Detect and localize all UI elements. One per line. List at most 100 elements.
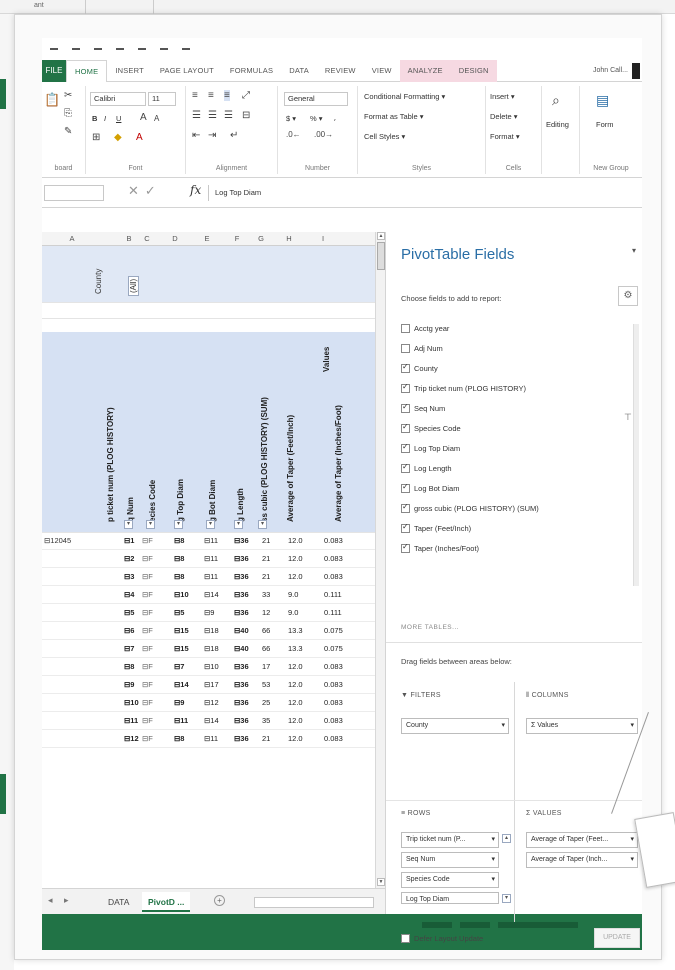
table-cell[interactable]: ⊟7	[124, 644, 134, 653]
delete-cells-button[interactable]: Delete ▾	[490, 112, 518, 121]
row-item[interactable]: Log Top Diam	[401, 892, 499, 904]
field-checkbox[interactable]	[401, 542, 410, 553]
table-cell[interactable]: 12.0	[288, 734, 303, 743]
value-header-taper-feet[interactable]: Average of Taper (Feet/Inch)	[286, 415, 295, 522]
format-cells-button[interactable]: Format ▾	[490, 132, 520, 141]
zoom-slider[interactable]	[498, 922, 578, 928]
align-bottom-icon[interactable]: ≡	[224, 90, 230, 101]
table-cell[interactable]: 0.083	[324, 698, 343, 707]
table-cell[interactable]: ⊟F	[142, 680, 153, 689]
grow-font-icon[interactable]: A	[140, 112, 147, 123]
field-item[interactable]: Taper (Inches/Foot)	[401, 542, 479, 560]
table-cell[interactable]: 33	[262, 590, 270, 599]
table-cell[interactable]: ⊟14	[174, 680, 189, 689]
filter-item-county[interactable]: County ▾	[401, 718, 509, 734]
table-cell[interactable]: 21	[262, 536, 270, 545]
field-checkbox[interactable]	[401, 382, 410, 393]
field-item[interactable]: Seq Num	[401, 402, 445, 420]
table-cell[interactable]: ⊟36	[234, 680, 249, 689]
table-cell[interactable]: ⊟18	[204, 626, 219, 635]
table-cell[interactable]: ⊟18	[204, 644, 219, 653]
fill-color-icon[interactable]: ◆	[114, 132, 122, 143]
table-row[interactable]: ⊟3 ⊟F ⊟8 ⊟11 ⊟36 21 12.0 0.083	[42, 568, 375, 586]
table-cell[interactable]: ⊟F	[142, 716, 153, 725]
table-cell[interactable]: 0.083	[324, 536, 343, 545]
table-cell[interactable]: ⊟36	[234, 734, 249, 743]
table-cell[interactable]: ⊟8	[174, 554, 184, 563]
row-header-top[interactable]: g Top Diam	[176, 479, 185, 522]
table-cell[interactable]: 21	[262, 572, 270, 581]
field-item[interactable]: Species Code	[401, 422, 461, 440]
more-tables-link[interactable]: MORE TABLES...	[401, 624, 459, 631]
dropdown-icon[interactable]: ▾	[491, 855, 495, 863]
row-header-gross[interactable]: ss cubic (PLOG HISTORY) (SUM)	[260, 397, 269, 522]
filter-field-county[interactable]: County	[94, 269, 103, 294]
field-checkbox[interactable]	[401, 522, 410, 533]
qat-icon[interactable]	[50, 48, 58, 50]
table-cell[interactable]: 0.111	[324, 608, 342, 617]
row-header-bot[interactable]: g Bot Diam	[208, 480, 217, 522]
table-row[interactable]: ⊟10 ⊟F ⊟9 ⊟12 ⊟36 25 12.0 0.083	[42, 694, 375, 712]
tab-review[interactable]: REVIEW	[317, 60, 364, 82]
table-row[interactable]: ⊟7 ⊟F ⊟15 ⊟18 ⊟40 66 13.3 0.075	[42, 640, 375, 658]
qat-icon[interactable]	[72, 48, 80, 50]
table-cell[interactable]: ⊟F	[142, 554, 153, 563]
table-cell[interactable]: ⊟36	[234, 608, 249, 617]
tab-home[interactable]: HOME	[66, 59, 108, 83]
filter-value-dropdown[interactable]: (All)	[128, 275, 139, 296]
bold-button[interactable]: B	[92, 114, 97, 123]
tab-file[interactable]: FILE	[42, 59, 66, 82]
find-icon[interactable]: ⌕	[552, 92, 560, 109]
shrink-font-icon[interactable]: A	[154, 114, 159, 123]
tab-design[interactable]: DESIGN	[450, 59, 497, 82]
table-row[interactable]: ⊟2 ⊟F ⊟8 ⊟11 ⊟36 21 12.0 0.083	[42, 550, 375, 568]
horizontal-scrollbar[interactable]	[254, 897, 374, 908]
table-cell[interactable]: ⊟9	[204, 608, 214, 617]
table-cell[interactable]: 21	[262, 734, 270, 743]
dropdown-icon[interactable]: ▾	[491, 875, 495, 883]
prev-sheet-icon[interactable]: ◂	[48, 895, 53, 906]
row-item[interactable]: Seq Num ▾	[401, 852, 499, 868]
table-cell[interactable]: ⊟F	[142, 734, 153, 743]
column-item-values[interactable]: Σ Values ▾	[526, 718, 638, 734]
field-checkbox[interactable]	[401, 502, 410, 513]
table-cell[interactable]: ⊟F	[142, 698, 153, 707]
table-cell[interactable]: 12.0	[288, 536, 303, 545]
table-row[interactable]: ⊟6 ⊟F ⊟15 ⊟18 ⊟40 66 13.3 0.075	[42, 622, 375, 640]
orientation-icon[interactable]: ⤢	[242, 90, 250, 101]
format-painter-icon[interactable]: ✎	[64, 126, 72, 137]
field-checkbox[interactable]	[401, 482, 410, 493]
table-cell[interactable]: 0.083	[324, 572, 343, 581]
row-item[interactable]: Species Code ▾	[401, 872, 499, 888]
dropdown-icon[interactable]: ▾	[630, 835, 634, 843]
defer-layout-update[interactable]: Defer Layout Update	[401, 934, 483, 943]
scroll-thumb[interactable]	[377, 242, 385, 270]
scroll-down-icon[interactable]: ▾	[502, 894, 511, 903]
table-cell[interactable]: ⊟10	[174, 590, 189, 599]
table-cell[interactable]: ⊟10	[124, 698, 139, 707]
table-cell[interactable]: ⊟14	[204, 590, 219, 599]
col-header[interactable]: D	[170, 234, 180, 243]
col-header[interactable]: I	[318, 234, 328, 243]
table-cell[interactable]: 0.083	[324, 680, 343, 689]
qat-icon[interactable]	[94, 48, 102, 50]
currency-button[interactable]: $ ▾	[286, 114, 296, 123]
row-header-len[interactable]: g Length	[236, 488, 245, 522]
table-cell[interactable]: ⊟11	[174, 716, 188, 725]
field-checkbox[interactable]	[401, 462, 410, 473]
table-cell[interactable]: ⊟36	[234, 662, 249, 671]
table-cell[interactable]: ⊟5	[124, 608, 134, 617]
table-cell[interactable]: 53	[262, 680, 270, 689]
dropdown-icon[interactable]: ▾	[491, 835, 495, 843]
tab-view[interactable]: VIEW	[364, 60, 400, 82]
table-cell[interactable]: ⊟36	[234, 554, 249, 563]
view-normal-icon[interactable]	[422, 922, 452, 928]
table-cell[interactable]: ⊟7	[174, 662, 184, 671]
sheet-tab-data[interactable]: DATA	[102, 892, 135, 912]
vertical-scrollbar[interactable]: ▲ ▼	[375, 232, 385, 888]
table-cell[interactable]: 13.3	[288, 626, 303, 635]
table-cell[interactable]: ⊟11	[204, 554, 218, 563]
table-cell[interactable]: 12.0	[288, 698, 303, 707]
table-cell[interactable]: ⊟1	[124, 536, 134, 545]
tab-data[interactable]: DATA	[281, 60, 317, 82]
